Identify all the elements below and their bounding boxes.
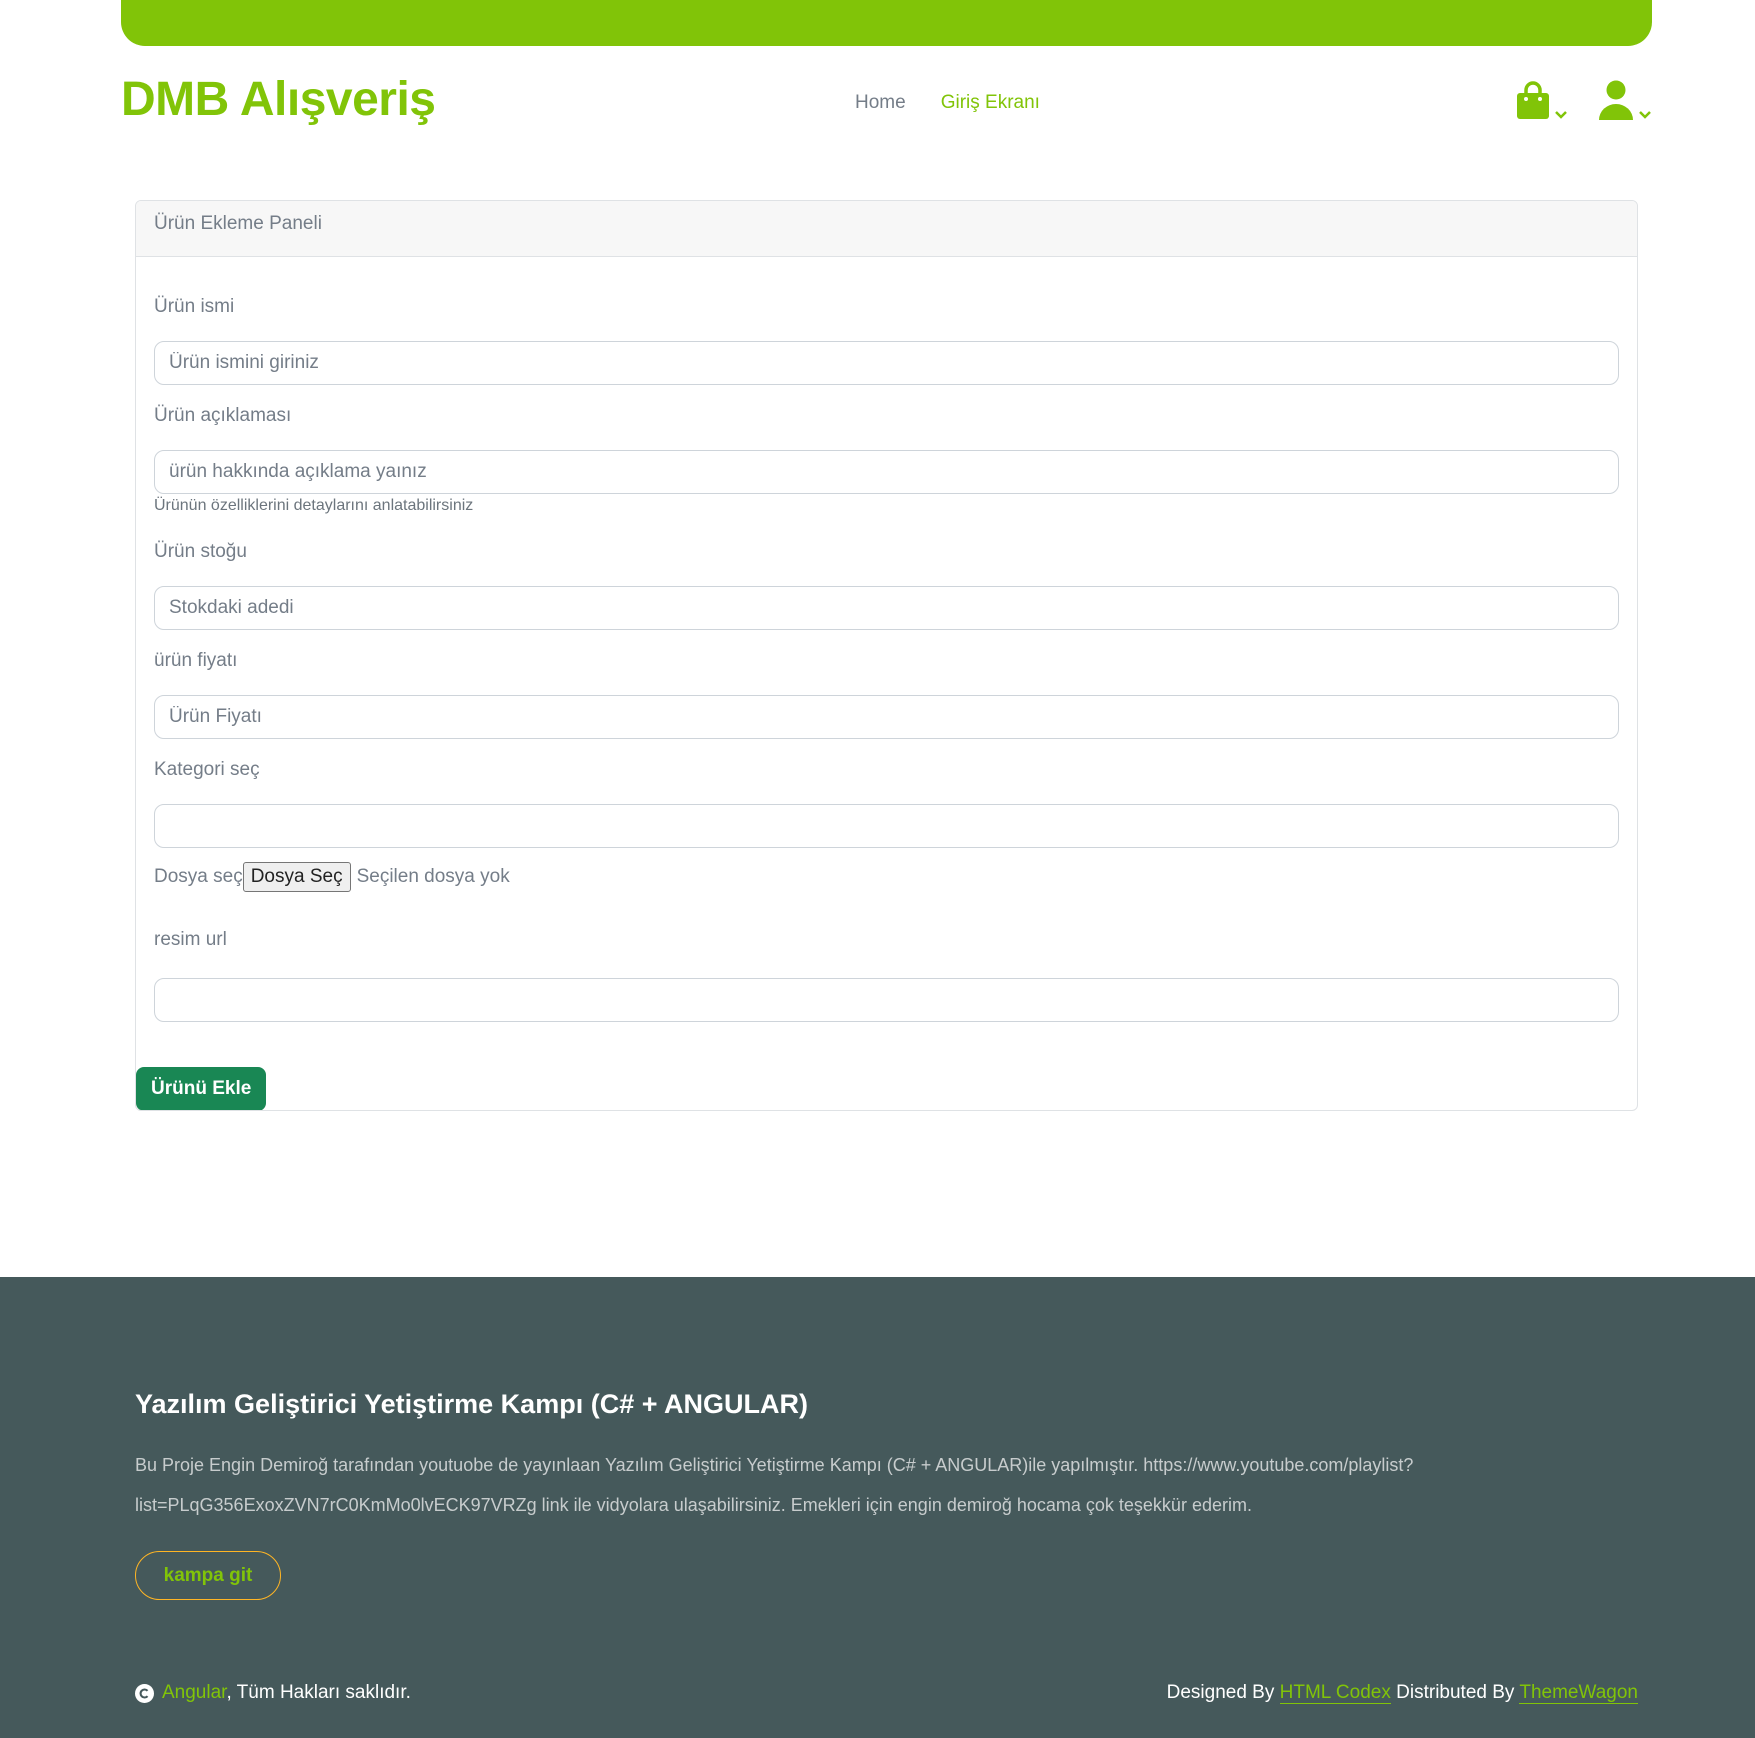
product-stock-label: Ürün stoğu xyxy=(154,541,247,562)
nav-link-home[interactable]: Home xyxy=(855,92,906,114)
add-product-button[interactable]: Ürünü Ekle xyxy=(136,1067,267,1110)
file-upload-row: Dosya seç Dosya Seç Seçilen dosya yok xyxy=(154,862,510,892)
product-add-panel: Ürün Ekleme Paneli Ürün ismi Ürün açıkla… xyxy=(135,200,1638,1111)
file-label: Dosya seç xyxy=(154,866,243,887)
user-icon xyxy=(1599,80,1633,120)
description-help-text: Ürünün özelliklerini detaylarını anlatab… xyxy=(154,497,474,514)
footer-title: Yazılım Geliştirici Yetiştirme Kampı (C#… xyxy=(135,1389,808,1419)
distributed-by-text: Distributed By xyxy=(1396,1682,1515,1703)
product-stock-input[interactable] xyxy=(154,586,1619,630)
themewagon-link[interactable]: ThemeWagon xyxy=(1519,1682,1638,1704)
html-codex-link[interactable]: HTML Codex xyxy=(1279,1682,1391,1704)
copyright-text: , Tüm Hakları saklıdır. xyxy=(226,1682,411,1703)
product-name-input[interactable] xyxy=(154,341,1619,385)
panel-title: Ürün Ekleme Paneli xyxy=(136,201,1637,257)
navbar: DMB Alışveriş Home Giriş Ekranı xyxy=(121,60,1652,140)
product-description-input[interactable] xyxy=(154,450,1619,494)
copyright-icon xyxy=(135,1683,154,1703)
product-description-label: Ürün açıklaması xyxy=(154,405,292,426)
product-name-label: Ürün ismi xyxy=(154,296,235,317)
image-url-input[interactable] xyxy=(154,978,1619,1022)
go-to-camp-button[interactable]: kampa git xyxy=(135,1551,281,1600)
category-label: Kategori seç xyxy=(154,759,260,780)
category-select[interactable] xyxy=(154,804,1619,848)
product-price-input[interactable] xyxy=(154,695,1619,739)
copyright: Angular, Tüm Hakları saklıdır. xyxy=(135,1682,411,1704)
user-dropdown[interactable] xyxy=(1598,80,1652,120)
file-status: Seçilen dosya yok xyxy=(356,866,510,887)
nav-link-login[interactable]: Giriş Ekranı xyxy=(941,92,1040,114)
chevron-down-icon xyxy=(1639,111,1651,119)
nav-icons xyxy=(1516,80,1652,120)
angular-link[interactable]: Angular xyxy=(162,1682,226,1703)
designed-by-text: Designed By xyxy=(1166,1682,1275,1703)
footer: Yazılım Geliştirici Yetiştirme Kampı (C#… xyxy=(0,1277,1755,1738)
brand-logo[interactable]: DMB Alışveriş xyxy=(121,72,436,127)
nav-links: Home Giriş Ekranı xyxy=(855,92,1040,114)
shopping-bag-icon xyxy=(1517,81,1549,119)
credits: Designed By HTML Codex Distributed By Th… xyxy=(1167,1682,1638,1704)
product-price-label: ürün fiyatı xyxy=(154,650,238,671)
cart-dropdown[interactable] xyxy=(1516,80,1568,120)
chevron-down-icon xyxy=(1555,111,1567,119)
file-choose-button[interactable]: Dosya Seç xyxy=(242,862,351,892)
top-accent-bar xyxy=(121,0,1652,46)
image-url-label: resim url xyxy=(154,929,227,950)
footer-description: Bu Proje Engin Demiroğ tarafından youtuo… xyxy=(135,1455,1414,1515)
